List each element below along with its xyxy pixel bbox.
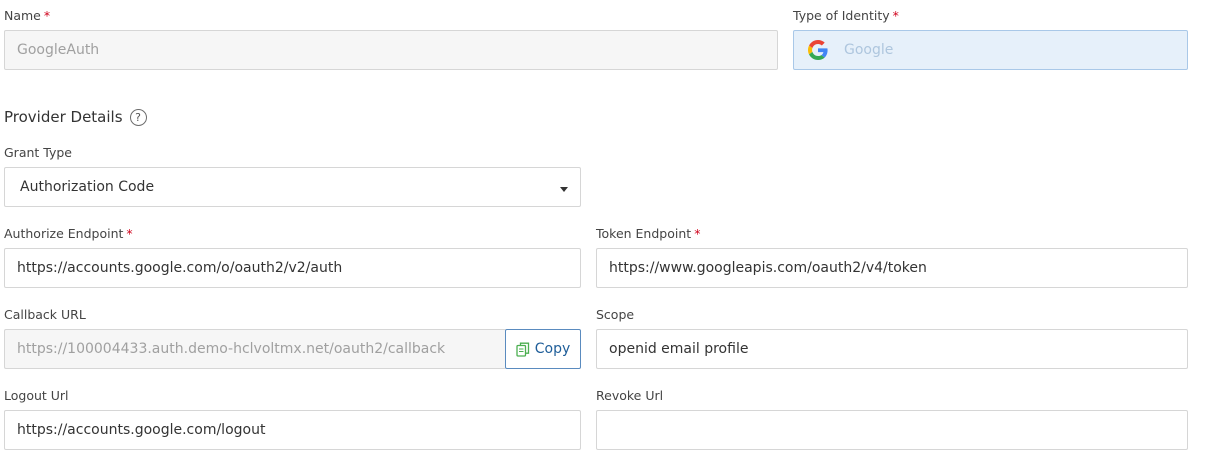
- required-marker: *: [892, 8, 899, 23]
- identity-type-value: Google: [844, 42, 894, 58]
- callback-url-value: https://100004433.auth.demo-hclvoltmx.ne…: [17, 341, 446, 357]
- help-icon[interactable]: ?: [129, 108, 147, 126]
- authorize-endpoint-value: https://accounts.google.com/o/oauth2/v2/…: [17, 260, 343, 276]
- required-marker: *: [43, 8, 51, 23]
- provider-details-title: Provider Details ?: [4, 108, 147, 126]
- grant-type-label: Grant Type: [4, 145, 72, 160]
- grant-type-select[interactable]: Authorization Code: [4, 167, 581, 207]
- logout-url-value: https://accounts.google.com/logout: [17, 422, 266, 438]
- logout-url-input[interactable]: https://accounts.google.com/logout: [4, 410, 581, 450]
- required-marker: *: [126, 226, 133, 241]
- google-logo-icon: [808, 40, 828, 60]
- copy-icon: [516, 342, 529, 357]
- token-endpoint-label: Token Endpoint *: [596, 226, 701, 241]
- token-endpoint-value: https://www.googleapis.com/oauth2/v4/tok…: [609, 260, 927, 276]
- scope-input[interactable]: openid email profile: [596, 329, 1188, 369]
- chevron-down-icon: [560, 187, 568, 192]
- callback-url-input[interactable]: https://100004433.auth.demo-hclvoltmx.ne…: [4, 329, 506, 369]
- revoke-url-label: Revoke Url: [596, 388, 664, 403]
- authorize-endpoint-input[interactable]: https://accounts.google.com/o/oauth2/v2/…: [4, 248, 581, 288]
- scope-value: openid email profile: [609, 341, 749, 357]
- name-label: Name *: [4, 8, 51, 23]
- copy-button-label: Copy: [534, 341, 571, 357]
- copy-button[interactable]: Copy: [505, 329, 581, 369]
- identity-type-label: Type of Identity *: [793, 8, 899, 23]
- name-value: GoogleAuth: [17, 42, 100, 58]
- provider-details-heading: Provider Details: [4, 108, 123, 126]
- token-endpoint-input[interactable]: https://www.googleapis.com/oauth2/v4/tok…: [596, 248, 1188, 288]
- grant-type-value: Authorization Code: [20, 179, 155, 195]
- revoke-url-input[interactable]: [596, 410, 1188, 450]
- required-marker: *: [694, 226, 701, 241]
- callback-url-label: Callback URL: [4, 307, 86, 322]
- scope-label: Scope: [596, 307, 635, 322]
- name-input[interactable]: GoogleAuth: [4, 30, 778, 70]
- identity-type-field[interactable]: Google: [793, 30, 1188, 70]
- authorize-endpoint-label: Authorize Endpoint *: [4, 226, 133, 241]
- logout-url-label: Logout Url: [4, 388, 69, 403]
